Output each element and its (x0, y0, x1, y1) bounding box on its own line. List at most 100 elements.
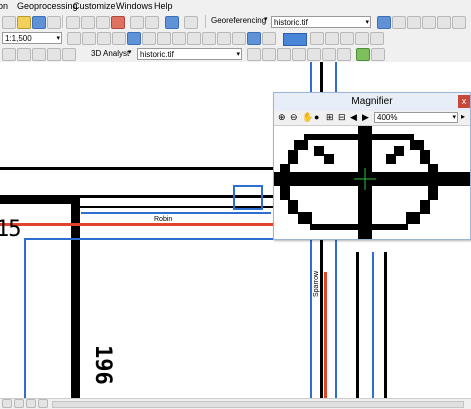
globe-icon[interactable] (356, 48, 370, 61)
magnifier-title: Magnifier (351, 96, 393, 107)
globe-icon[interactable]: ● (314, 112, 319, 122)
print-icon[interactable] (47, 16, 61, 29)
redo-icon[interactable] (145, 16, 159, 29)
open-icon[interactable] (17, 16, 31, 29)
pan-icon[interactable] (112, 32, 126, 45)
full-extent-icon[interactable] (127, 32, 141, 45)
toolbox-icon[interactable] (62, 48, 76, 61)
identify-icon[interactable] (247, 32, 261, 45)
scene-icon[interactable] (371, 48, 385, 61)
magnifier-zoom-select[interactable]: 400% ▾ (374, 112, 458, 123)
add-data-icon[interactable] (165, 16, 179, 29)
hyperlink-icon[interactable] (325, 32, 339, 45)
blue-parcel-line (372, 252, 374, 398)
menu-item-help[interactable]: Help (154, 1, 173, 11)
add-control-points-icon[interactable] (377, 16, 391, 29)
undo-icon[interactable] (130, 16, 144, 29)
zoom-out-icon[interactable] (97, 32, 111, 45)
save-icon[interactable] (32, 16, 46, 29)
georef-layer-select[interactable]: historic.tif ▾ (271, 16, 371, 28)
street-label-robin: Robin (154, 216, 173, 223)
new-icon[interactable] (2, 16, 16, 29)
scale-select[interactable]: 1:1,500 ▾ (2, 32, 62, 44)
time-slider-icon[interactable] (355, 32, 369, 45)
menu-item-selection[interactable]: on (0, 1, 8, 11)
binoculars-icon[interactable] (67, 32, 81, 45)
data-view-icon[interactable] (2, 399, 12, 408)
magnifier-view (274, 126, 470, 239)
select-features-icon[interactable] (202, 32, 216, 45)
select-elements-icon[interactable] (232, 32, 246, 45)
back-arrow-icon[interactable]: ◀ (350, 112, 357, 123)
3d-analyst-menu[interactable]: 3D Analyst (91, 49, 129, 58)
street-label-sparrow: Sparrow (313, 270, 320, 297)
georef-tool-icon[interactable] (184, 16, 198, 29)
toolbar-row-1: Georeferencing ▾ historic.tif ▾ (0, 13, 471, 32)
copy-icon[interactable] (81, 16, 95, 29)
back-extent-icon[interactable] (172, 32, 186, 45)
blue-parcel-line (81, 212, 271, 214)
close-icon[interactable]: x (458, 95, 470, 108)
blue-parcel-line (24, 238, 274, 240)
steepest-path-icon[interactable] (262, 48, 276, 61)
refresh-icon[interactable] (26, 399, 36, 408)
forward-arrow-icon[interactable]: ▶ (362, 112, 369, 123)
shift-icon[interactable] (422, 16, 436, 29)
fixed-zoom-in-icon[interactable] (142, 32, 156, 45)
forward-extent-icon[interactable] (187, 32, 201, 45)
delete-icon[interactable] (111, 16, 125, 29)
color-swatch[interactable] (283, 33, 307, 46)
interpolate-polygon-icon[interactable] (337, 48, 351, 61)
layout-icon[interactable] (2, 48, 16, 61)
road-line (384, 252, 387, 398)
georeferencing-menu[interactable]: Georeferencing (211, 16, 266, 25)
rotate-icon[interactable] (407, 16, 421, 29)
paste-icon[interactable] (96, 16, 110, 29)
profile-graph-icon[interactable] (292, 48, 306, 61)
layout-view-icon[interactable] (14, 399, 24, 408)
menu-item-windows[interactable]: Windows (116, 1, 153, 11)
fixed-zoom-out-icon[interactable] (157, 32, 171, 45)
fixed-zoom-out-icon[interactable]: ⊟ (338, 112, 346, 123)
html-popup-icon[interactable] (340, 32, 354, 45)
table-icon[interactable] (17, 48, 31, 61)
pan-icon[interactable]: ✋ (302, 112, 313, 123)
fit-to-display-icon[interactable] (452, 16, 466, 29)
zoom-in-icon[interactable] (82, 32, 96, 45)
horizontal-scrollbar[interactable] (52, 401, 464, 408)
viewer-icon[interactable] (370, 32, 384, 45)
chevron-down-icon[interactable]: ▾ (128, 48, 132, 56)
link-table-icon[interactable] (437, 16, 451, 29)
magnifier-toolbar: ⊕ ⊖ ✋ ● ⊞ ⊟ ◀ ▶ 400% ▾ ▸ (274, 111, 470, 126)
zoom-to-layer-icon[interactable] (392, 16, 406, 29)
map-number-label: 15 (0, 217, 21, 242)
line-of-sight-icon[interactable] (277, 48, 291, 61)
contour-icon[interactable] (247, 48, 261, 61)
blue-building-outline (233, 185, 263, 210)
3d-analyst-layer-select[interactable]: historic.tif ▾ (137, 48, 242, 60)
map-number-vertical: 196 (90, 345, 115, 385)
interpolate-line-icon[interactable] (307, 48, 321, 61)
menu-bar: on Geoprocessing Customize Windows Help (0, 0, 471, 13)
menu-arrow-icon[interactable]: ▸ (461, 112, 465, 121)
cut-icon[interactable] (66, 16, 80, 29)
magnified-raster-graphic (274, 126, 470, 239)
zoom-in-icon[interactable]: ⊕ (278, 112, 286, 123)
search-icon[interactable] (47, 48, 61, 61)
road-line (356, 252, 359, 398)
pause-drawing-icon[interactable] (38, 399, 48, 408)
find-icon[interactable] (262, 32, 276, 45)
interpolate-point-icon[interactable] (322, 48, 336, 61)
clear-selection-icon[interactable] (217, 32, 231, 45)
menu-item-geoprocessing[interactable]: Geoprocessing (17, 1, 78, 11)
measure-icon[interactable] (310, 32, 324, 45)
catalog-icon[interactable] (32, 48, 46, 61)
red-centerline (324, 272, 327, 398)
zoom-out-icon[interactable]: ⊖ (290, 112, 298, 123)
magnifier-window[interactable]: Magnifier x ⊕ ⊖ ✋ ● ⊞ ⊟ ◀ ▶ 400% ▾ ▸ (273, 92, 471, 240)
chevron-down-icon[interactable]: ▾ (264, 15, 268, 23)
fixed-zoom-in-icon[interactable]: ⊞ (326, 112, 334, 123)
menu-item-customize[interactable]: Customize (73, 1, 116, 11)
road-line (0, 167, 280, 170)
status-bar (0, 398, 471, 409)
